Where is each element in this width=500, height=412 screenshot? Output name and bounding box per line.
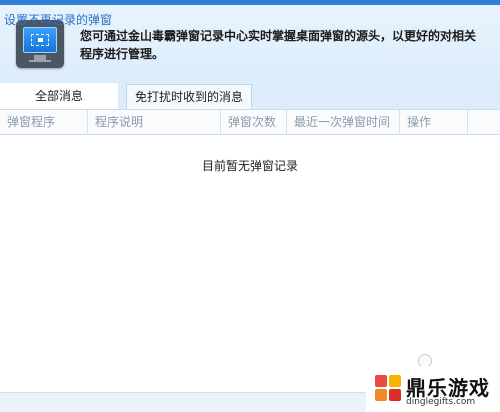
watermark-url: dinglegifts.com — [406, 397, 476, 407]
settings-link[interactable]: 设置不再记录的弹窗 — [4, 11, 112, 28]
tab-do-not-disturb-messages[interactable]: 免打扰时收到的消息 — [126, 84, 252, 109]
column-header-popup-count[interactable]: 弹窗次数 — [221, 110, 287, 134]
tab-bar: 全部消息 免打扰时收到的消息 — [0, 83, 500, 109]
column-header-spacer — [468, 110, 500, 134]
header-description: 您可通过金山毒霸弹窗记录中心实时掌握桌面弹窗的源头，以更好的对相关程序进行管理。 — [80, 29, 477, 61]
empty-state-message: 目前暂无弹窗记录 — [201, 159, 298, 173]
tab-all-messages[interactable]: 全部消息 — [0, 83, 118, 109]
column-header-program-description[interactable]: 程序说明 — [88, 110, 221, 134]
column-header-actions: 操作 — [400, 110, 468, 134]
column-header-last-popup-time[interactable]: 最近一次弹窗时间 — [287, 110, 400, 134]
watermark: 鼎乐游戏 dinglegifts.com — [366, 366, 500, 412]
table-header: 弹窗程序 程序说明 弹窗次数 最近一次弹窗时间 操作 — [0, 109, 500, 135]
watermark-logo-icon — [375, 375, 401, 401]
column-header-popup-program[interactable]: 弹窗程序 — [0, 110, 88, 134]
